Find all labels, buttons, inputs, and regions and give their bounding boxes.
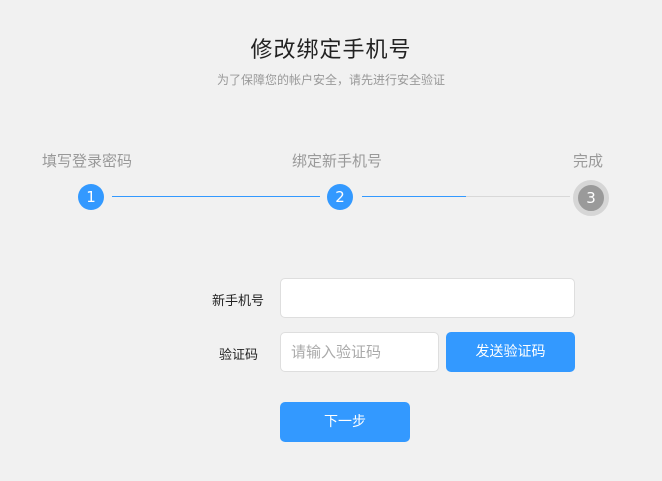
verification-code-input[interactable] — [280, 332, 439, 372]
step-connector-2-3-remaining — [466, 196, 570, 197]
step-2-label: 绑定新手机号 — [292, 152, 383, 170]
step-2-circle: 2 — [327, 184, 353, 210]
new-phone-input[interactable] — [280, 278, 575, 318]
step-connector-2-3-progress — [362, 196, 466, 197]
step-3-circle: 3 — [573, 180, 609, 216]
step-3-label: 完成 — [573, 152, 604, 170]
next-step-button[interactable]: 下一步 — [280, 402, 410, 442]
step-1-circle: 1 — [78, 184, 104, 210]
send-code-button[interactable]: 发送验证码 — [446, 332, 575, 372]
page-subtitle: 为了保障您的帐户安全，请先进行安全验证 — [216, 73, 445, 87]
page-title: 修改绑定手机号 — [250, 38, 412, 63]
step-connector-1-2 — [112, 196, 320, 197]
verification-code-label: 验证码 — [219, 348, 259, 363]
new-phone-label: 新手机号 — [212, 294, 265, 309]
step-1-label: 填写登录密码 — [42, 152, 133, 170]
